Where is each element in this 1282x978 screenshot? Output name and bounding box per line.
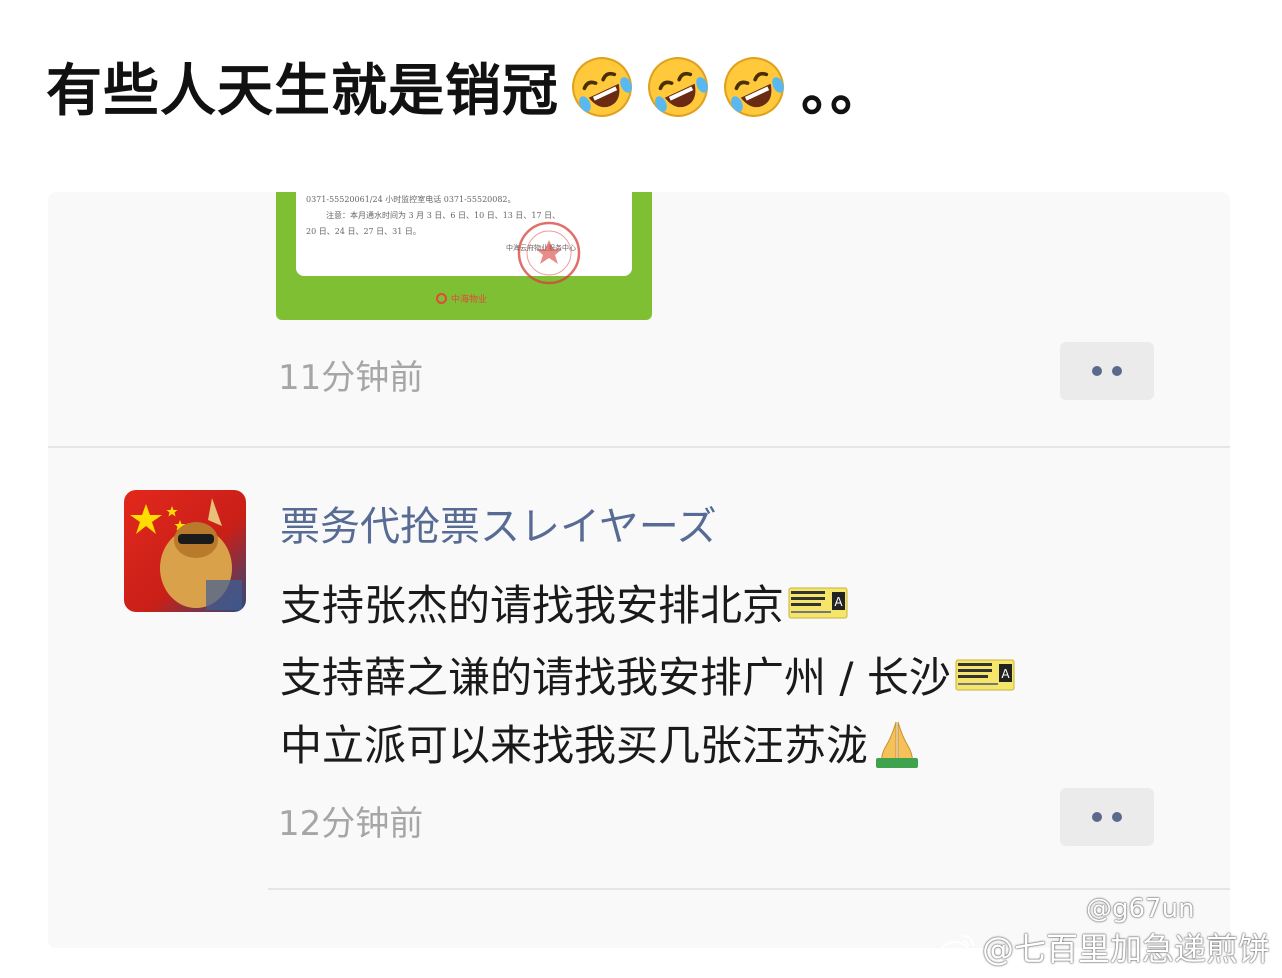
post-time: 12分钟前 — [278, 804, 424, 844]
red-stamp — [517, 221, 581, 285]
author-name[interactable]: 票务代抢票スレイヤーズ — [280, 494, 717, 552]
post-line-text: 支持薛之谦的请找我安排广州 / 长沙 — [280, 653, 951, 702]
watermark-handle-text: @g67un — [1086, 894, 1195, 924]
rolling-on-floor-laughing-emoji — [572, 56, 632, 117]
more-button[interactable] — [1060, 342, 1154, 400]
headline: 有些人天生就是销冠 。。 — [46, 46, 887, 127]
ticket-icon: A — [788, 587, 848, 618]
avatar[interactable] — [124, 490, 246, 612]
two-dots-more-icon — [1092, 366, 1102, 376]
headline-tail: 。。 — [801, 59, 887, 124]
property-logo-icon — [436, 293, 447, 304]
ticket-icon: A — [955, 659, 1015, 690]
post-line: 中立派可以来找我买几张汪苏泷 — [280, 712, 924, 773]
post-line: 支持薛之谦的请找我安排广州 / 长沙 A — [280, 644, 1015, 705]
notice-image[interactable]: 0371-55520061/24 小时监控室电话 0371-55520082。 … — [276, 192, 652, 320]
svg-text:A: A — [834, 595, 843, 609]
post-line-text: 中立派可以来找我买几张汪苏泷 — [280, 721, 869, 770]
weibo-icon — [940, 934, 975, 962]
post-line: 支持张杰的请找我安排北京 A — [280, 572, 848, 633]
notice-footer: 中海物业 — [436, 292, 487, 305]
folded-hands-icon — [876, 721, 919, 768]
watermark-handle: @g67un — [1086, 894, 1195, 924]
avatar-image — [124, 490, 246, 612]
two-dots-more-icon — [1112, 812, 1122, 822]
watermark-name-text: @七百里加急递煎饼 — [982, 930, 1271, 968]
headline-text: 有些人天生就是销冠 — [46, 59, 559, 124]
notice-footer-text: 中海物业 — [451, 295, 488, 305]
notice-line: 0371-55520061/24 小时监控室电话 0371-55520082。 — [306, 195, 516, 204]
more-button[interactable] — [1060, 788, 1154, 846]
two-dots-more-icon — [1092, 812, 1102, 822]
two-dots-more-icon — [1112, 366, 1122, 376]
svg-text:A: A — [1001, 667, 1010, 681]
post-divider — [268, 888, 1230, 890]
post-time: 11分钟前 — [278, 358, 424, 398]
watermark-name: @七百里加急递煎饼 — [940, 924, 1270, 970]
rolling-on-floor-laughing-emoji — [724, 56, 784, 117]
rolling-on-floor-laughing-emoji — [648, 56, 708, 117]
post-divider — [48, 446, 1230, 448]
post-line-text: 支持张杰的请找我安排北京 — [280, 581, 785, 630]
